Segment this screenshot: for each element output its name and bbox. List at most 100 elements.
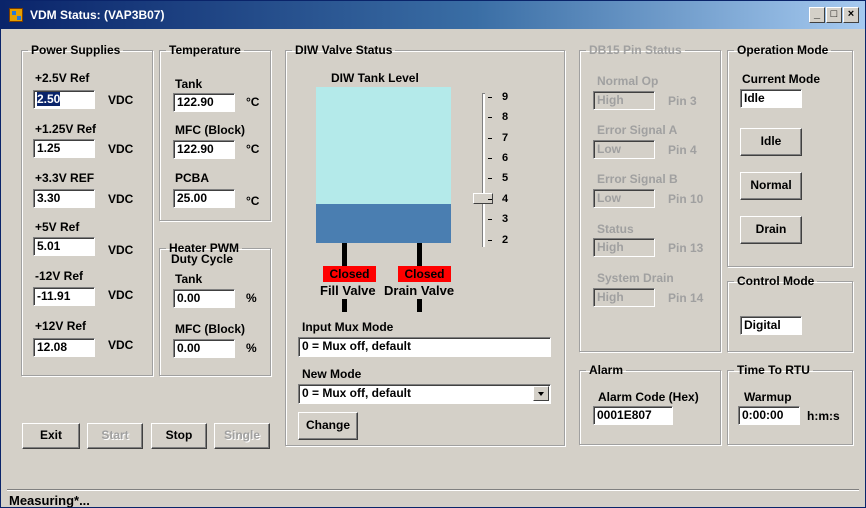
db15-value-error-a: Low [593,140,655,159]
start-button[interactable]: Start [87,423,143,449]
power-supplies-legend: Power Supplies [31,43,121,57]
heater-pwm-subtitle: Duty Cycle [171,252,234,266]
temp-unit-pcba: °C [246,194,260,208]
normal-button[interactable]: Normal [740,172,802,200]
stop-button[interactable]: Stop [151,423,207,449]
fill-valve-label: Fill Valve [320,283,376,298]
new-mode-select[interactable]: 0 = Mux off, default [298,384,551,404]
tank-empty-area [316,87,451,204]
warmup-field[interactable]: 0:00:00 [738,406,800,425]
heater-value-mfc[interactable]: 0.00 [173,339,235,358]
db15-pin-normal-op: Pin 3 [668,94,697,108]
power-value-3v3[interactable]: 3.30 [33,189,95,208]
idle-button[interactable]: Idle [740,128,802,156]
scale-tick-7: 7 [488,132,518,144]
minimize-button[interactable]: _ [809,7,825,23]
db15-label-error-a: Error Signal A [597,123,678,137]
power-label-12v: +12V Ref [35,319,87,333]
heater-value-tank[interactable]: 0.00 [173,289,235,308]
power-value-5v[interactable]: 5.01 [33,237,95,256]
power-value-neg12v[interactable]: -11.91 [33,287,95,306]
current-mode-label: Current Mode [742,72,820,86]
close-button[interactable]: × [843,7,859,23]
power-unit-1v25: VDC [108,142,134,156]
heater-unit-mfc: % [246,341,257,355]
scale-tick-5: 5 [488,172,518,184]
db15-value-system-drain: High [593,288,655,307]
fill-valve-status: Closed [323,266,376,282]
chevron-down-icon[interactable] [533,386,549,401]
power-unit-3v3: VDC [108,192,134,206]
control-mode-legend: Control Mode [737,274,815,288]
single-button[interactable]: Single [214,423,270,449]
temp-label-pcba: PCBA [175,171,210,185]
alarm-group: Alarm [579,363,721,445]
warmup-label: Warmup [744,390,792,404]
temperature-legend: Temperature [169,43,241,57]
tank-water-level [316,204,451,243]
db15-pin-status-legend: DB15 Pin Status [589,43,682,57]
maximize-icon: □ [830,8,838,20]
drain-button[interactable]: Drain [740,216,802,244]
drain-valve-pipe [417,243,422,267]
input-mux-mode-field[interactable]: 0 = Mux off, default [298,337,551,357]
drain-valve-status: Closed [398,266,451,282]
alarm-code-field[interactable]: 0001E807 [593,406,673,425]
diw-valve-status-legend: DIW Valve Status [295,43,393,57]
vdm-status-window: VDM Status: (VAP3B07) _ □ × Power Suppli… [0,0,866,508]
power-label-1v25: +1.25V Ref [35,122,97,136]
control-mode-group: Control Mode [727,274,853,352]
time-to-rtu-group: Time To RTU [727,363,853,445]
db15-pin-status: Pin 13 [668,241,704,255]
maximize-button[interactable]: □ [826,7,842,23]
power-label-5v: +5V Ref [35,220,80,234]
power-value-2v5[interactable]: 2.50 [33,90,95,109]
db15-label-status: Status [597,222,634,236]
current-mode-field[interactable]: Idle [740,89,802,108]
scale-tick-2: 2 [488,234,518,246]
control-mode-field[interactable]: Digital [740,316,802,335]
db15-value-error-b: Low [593,189,655,208]
level-slider-track [482,93,485,247]
temp-label-mfc: MFC (Block) [175,123,245,137]
scale-tick-3: 3 [488,213,518,225]
new-mode-label: New Mode [302,367,362,381]
diw-tank-level-title: DIW Tank Level [331,71,419,85]
temp-value-tank[interactable]: 122.90 [173,93,235,112]
scale-tick-4: 4 [488,193,518,205]
temp-value-pcba[interactable]: 25.00 [173,189,235,208]
window-title: VDM Status: (VAP3B07) [30,8,165,22]
change-button[interactable]: Change [298,412,358,440]
power-label-2v5: +2.5V Ref [35,71,90,85]
minimize-icon: _ [813,8,821,20]
heater-unit-tank: % [246,291,257,305]
db15-label-normal-op: Normal Op [597,74,659,88]
exit-button[interactable]: Exit [22,423,80,449]
scale-tick-9: 9 [488,91,518,103]
power-value-12v[interactable]: 12.08 [33,338,95,357]
db15-pin-error-b: Pin 10 [668,192,704,206]
warmup-unit: h:m:s [807,409,840,423]
db15-value-normal-op: High [593,91,655,110]
drain-valve-label: Drain Valve [384,283,455,298]
power-value-1v25[interactable]: 1.25 [33,139,95,158]
status-separator [7,489,859,490]
operation-mode-legend: Operation Mode [737,43,829,57]
power-unit-5v: VDC [108,243,134,257]
scale-tick-6: 6 [488,152,518,164]
input-mux-mode-label: Input Mux Mode [302,320,394,334]
heater-label-mfc: MFC (Block) [175,322,245,336]
power-unit-2v5: VDC [108,93,134,107]
temp-label-tank: Tank [175,77,203,91]
scale-tick-8: 8 [488,111,518,123]
alarm-code-label: Alarm Code (Hex) [598,390,699,404]
temp-value-mfc[interactable]: 122.90 [173,140,235,159]
heater-label-tank: Tank [175,272,203,286]
temp-unit-tank: °C [246,95,260,109]
drain-valve-outlet [417,299,422,312]
time-to-rtu-legend: Time To RTU [737,363,810,377]
title-bar[interactable]: VDM Status: (VAP3B07) _ □ × [1,1,865,29]
power-unit-neg12v: VDC [108,288,134,302]
app-icon [9,8,23,22]
db15-label-error-b: Error Signal B [597,172,678,186]
